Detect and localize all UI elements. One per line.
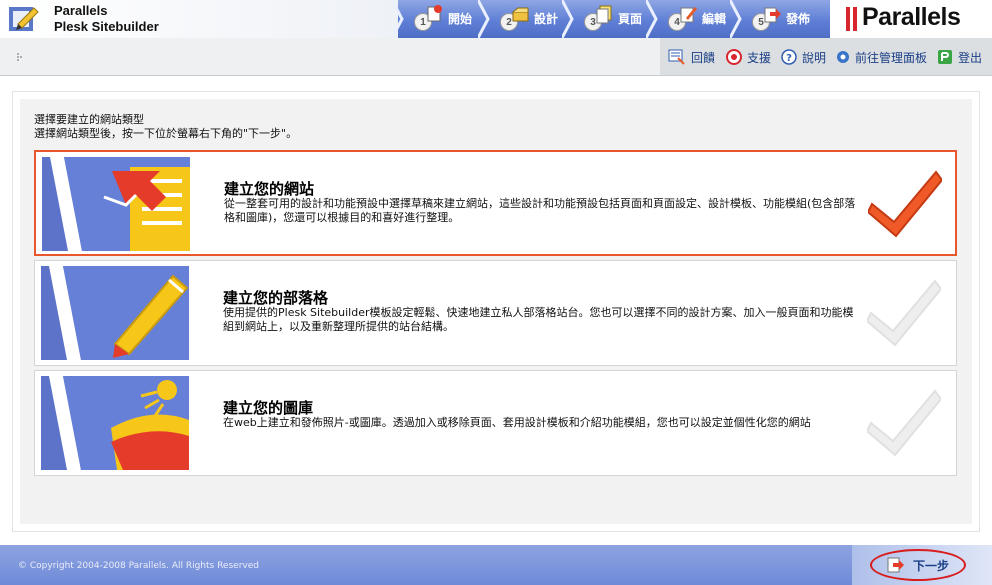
edit-icon: [680, 7, 697, 23]
support-label: 支援: [747, 50, 772, 65]
svg-text:?: ?: [786, 53, 792, 64]
option-website[interactable]: 建立您的網站 從一整套可用的設計和功能預設中選擇草稿來建立網站，這些設計和功能預…: [34, 150, 957, 256]
step-edit[interactable]: 4 編輯: [646, 0, 736, 38]
step-pages[interactable]: 3 頁面: [562, 0, 652, 38]
step-separator-icon: [392, 0, 404, 38]
unselected-check-icon: [867, 279, 941, 347]
parallels-wordmark: Parallels: [862, 3, 961, 31]
help-link[interactable]: ? 說明: [781, 47, 826, 67]
next-button[interactable]: 下一步: [870, 549, 966, 581]
design-icon: [512, 7, 529, 22]
step-start[interactable]: 1 開始: [392, 0, 484, 38]
start-icon: [427, 5, 442, 22]
option-gallery[interactable]: 建立您的圖庫 在web上建立和發佈照片-或圖庫。透過加入或移除頁面、套用設計模板…: [34, 370, 957, 476]
step-label: 頁面: [618, 12, 643, 26]
copyright-text: © Copyright 2004-2008 Parallels. All Rig…: [18, 561, 259, 571]
pages-icon: [596, 5, 612, 24]
step-label: 設計: [534, 12, 559, 26]
feedback-link[interactable]: 回饋: [668, 47, 715, 67]
step-label: 開始: [448, 12, 473, 26]
step-separator-icon: [478, 0, 490, 38]
gallery-illustration-icon: [41, 376, 189, 470]
step-publish[interactable]: 5 發佈: [730, 0, 830, 38]
website-illustration-icon: [42, 157, 190, 251]
next-arrow-icon: [887, 557, 904, 573]
step-separator-icon: [562, 0, 574, 38]
help-label: 說明: [802, 50, 827, 65]
brand: Parallels Plesk Sitebuilder: [0, 0, 400, 38]
step-label: 編輯: [702, 12, 727, 26]
logout-link[interactable]: 登出: [937, 47, 982, 67]
sitebuilder-logo-icon: [9, 7, 39, 31]
option-title: 建立您的圖庫: [223, 399, 314, 417]
option-description: 使用提供的Plesk Sitebuilder模板設定輕鬆、快速地建立私人部落格站…: [223, 306, 854, 333]
step-design[interactable]: 2 設計: [478, 0, 568, 38]
app-header: Parallels Plesk Sitebuilder 1 開始 2 設計 3 …: [0, 0, 992, 38]
parallels-bars-icon: [846, 7, 857, 31]
support-link[interactable]: 支援: [726, 47, 771, 67]
control-panel-label: 前往管理面板: [855, 50, 928, 65]
footer: © Copyright 2004-2008 Parallels. All Rig…: [0, 545, 992, 585]
control-panel-link[interactable]: 前往管理面板: [836, 47, 927, 67]
support-icon: [726, 49, 742, 65]
parallels-logo: Parallels: [830, 0, 992, 38]
toolbar-grip-icon: [17, 53, 22, 61]
option-title: 建立您的網站: [224, 180, 315, 198]
logout-label: 登出: [958, 50, 983, 65]
page-instructions: 選擇網站類型後，按一下位於螢幕右下角的"下一步"。: [34, 127, 298, 140]
blog-illustration-icon: [41, 266, 189, 360]
wizard-steps: 1 開始 2 設計 3 頁面 4 編輯 5 發佈: [392, 0, 830, 38]
control-panel-icon: [837, 51, 849, 63]
next-label: 下一步: [912, 558, 949, 573]
logout-icon: [938, 50, 952, 64]
unselected-check-icon: [867, 389, 941, 457]
brand-name: Parallels: [54, 3, 108, 18]
feedback-icon: [668, 49, 685, 65]
help-icon: ?: [781, 49, 797, 65]
option-blog[interactable]: 建立您的部落格 使用提供的Plesk Sitebuilder模板設定輕鬆、快速地…: [34, 260, 957, 366]
publish-icon: [764, 7, 781, 23]
option-description: 從一整套可用的設計和功能預設中選擇草稿來建立網站，這些設計和功能預設包括頁面和頁…: [224, 197, 856, 224]
option-description: 在web上建立和發佈照片-或圖庫。透過加入或移除頁面、套用設計模板和介紹功能模組…: [223, 416, 811, 429]
option-title: 建立您的部落格: [223, 289, 329, 307]
step-label: 發佈: [786, 12, 811, 26]
step-separator-icon: [730, 0, 742, 38]
selected-check-icon: [868, 170, 942, 238]
feedback-label: 回饋: [691, 50, 716, 65]
step-separator-icon: [646, 0, 658, 38]
product-name: Plesk Sitebuilder: [54, 19, 159, 34]
